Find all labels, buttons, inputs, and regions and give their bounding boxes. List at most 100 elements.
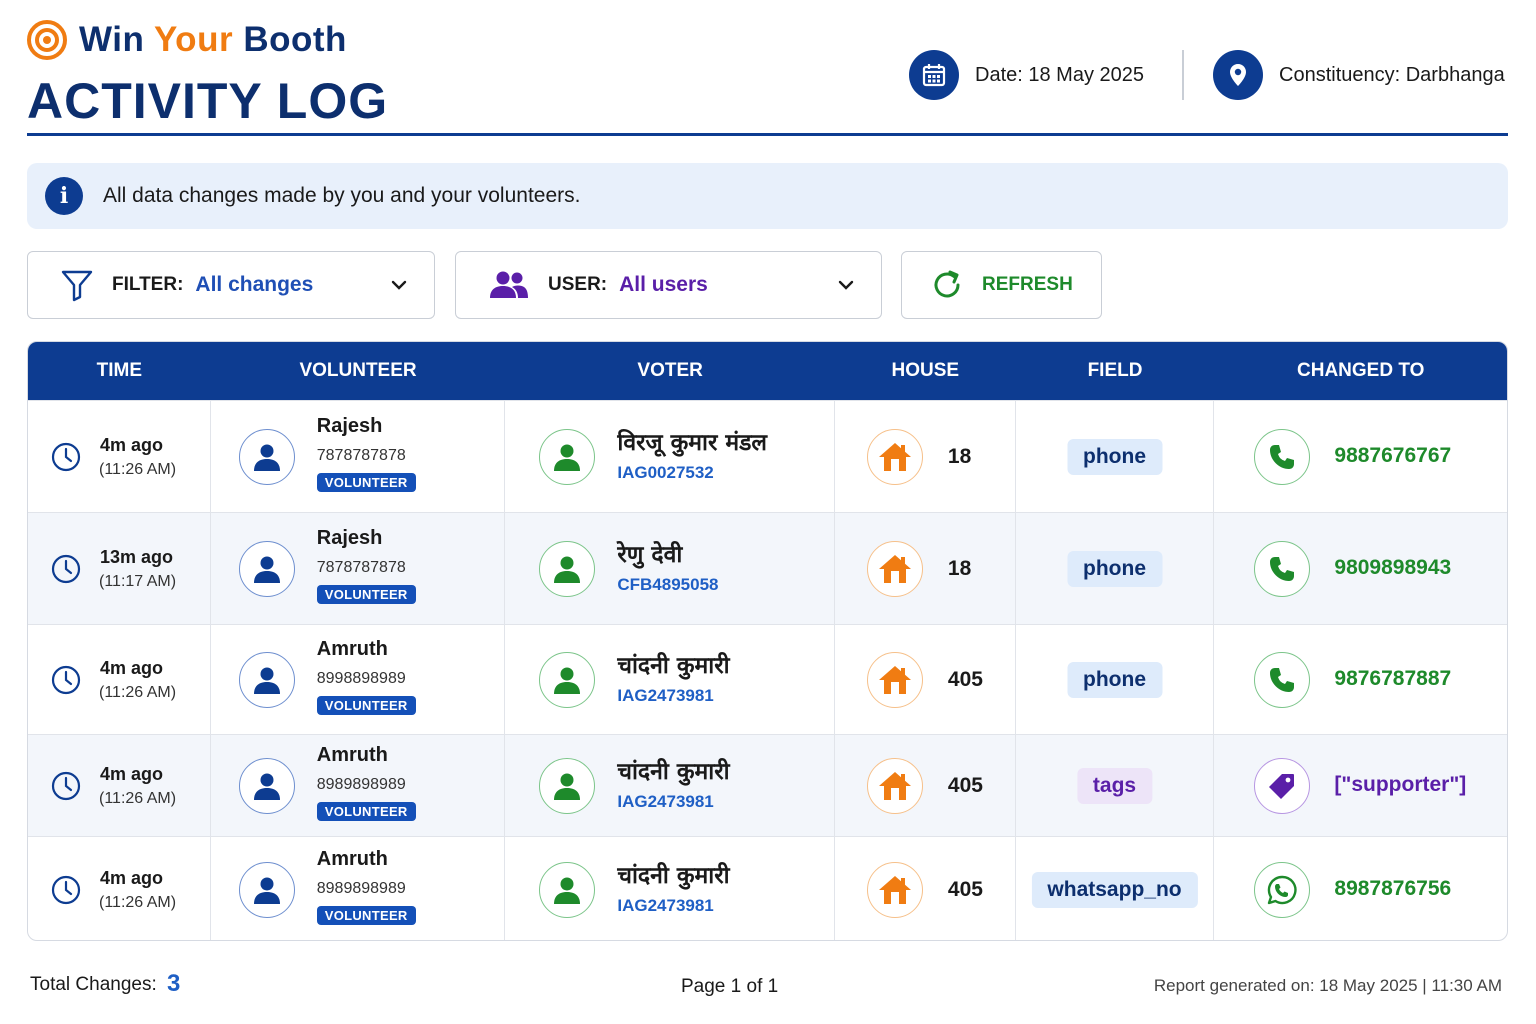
- cell-volunteer: Amruth 8989898989 VOLUNTEER: [211, 735, 506, 836]
- voter-id[interactable]: IAG2473981: [617, 792, 713, 812]
- funnel-icon: [61, 270, 93, 302]
- page-title: ACTIVITY LOG: [27, 73, 389, 129]
- time-ago: 4m ago: [100, 658, 164, 678]
- filter-dropdown[interactable]: FILTER: All changes: [27, 251, 435, 319]
- cell-field: tags: [1016, 735, 1215, 836]
- chevron-down-icon: [391, 280, 407, 290]
- header-house[interactable]: HOUSE: [835, 360, 1016, 382]
- filter-value: All changes: [195, 273, 314, 296]
- phone-icon: [1254, 540, 1311, 597]
- voter-id[interactable]: IAG2473981: [617, 896, 713, 916]
- total-changes-value: 3: [167, 970, 181, 997]
- volunteer-name: Amruth: [316, 848, 388, 870]
- cell-time: 13m ago (11:17 AM): [28, 513, 211, 624]
- house-number: 405: [947, 667, 983, 691]
- field-tag: phone: [1067, 550, 1163, 587]
- volunteer-avatar-icon: [238, 540, 295, 597]
- table-row[interactable]: 4m ago (11:26 AM) Amruth 8998898989 VOLUNTEE…: [28, 624, 1507, 734]
- volunteer-badge: VOLUNTEER: [316, 473, 416, 492]
- cell-volunteer: Amruth 8989898989 VOLUNTEER: [211, 837, 506, 940]
- time-exact: (11:26 AM): [99, 790, 177, 807]
- cell-field: phone: [1016, 513, 1215, 624]
- target-logo-icon: [27, 20, 67, 60]
- cell-time: 4m ago (11:26 AM): [28, 625, 211, 734]
- volunteer-badge: VOLUNTEER: [316, 802, 416, 821]
- cell-voter: चांदनी कुमारी IAG2473981: [505, 735, 835, 836]
- cell-house: 18: [835, 401, 1016, 512]
- field-tag: phone: [1067, 661, 1163, 698]
- cell-house: 18: [835, 513, 1016, 624]
- voter-id[interactable]: IAG0027532: [617, 463, 713, 483]
- cell-changed-to: 9887676767: [1214, 401, 1507, 512]
- voter-name: चांदनी कुमारी: [617, 653, 730, 679]
- tag-icon: [1254, 757, 1311, 814]
- brand-word-1: Win: [79, 20, 145, 59]
- volunteer-phone: 8989898989: [316, 880, 406, 897]
- time-ago: 4m ago: [100, 764, 164, 784]
- volunteer-phone: 7878787878: [316, 447, 406, 464]
- volunteer-phone: 8989898989: [316, 776, 406, 793]
- house-icon: [866, 651, 923, 708]
- header-field[interactable]: FIELD: [1016, 360, 1215, 382]
- house-icon: [866, 540, 923, 597]
- changed-value: 9876787887: [1334, 666, 1452, 690]
- phone-icon: [1254, 428, 1311, 485]
- table-body: 4m ago (11:26 AM) Rajesh 7878787878 VOLUNTEE…: [28, 400, 1507, 940]
- cell-voter: विरजू कुमार मंडल IAG0027532: [505, 401, 835, 512]
- user-label: USER:: [548, 274, 608, 295]
- volunteer-badge: VOLUNTEER: [316, 906, 416, 925]
- page-indicator: Page 1 of 1: [681, 976, 779, 997]
- clock-icon: [50, 874, 82, 911]
- voter-name: चांदनी कुमारी: [617, 863, 730, 889]
- total-changes-label: Total Changes:: [30, 974, 157, 995]
- user-dropdown[interactable]: USER: All users: [455, 251, 882, 319]
- time-ago: 4m ago: [100, 868, 164, 888]
- volunteer-name: Rajesh: [316, 415, 383, 437]
- cell-field: whatsapp_no: [1016, 837, 1215, 940]
- brand-word-3: Booth: [243, 20, 347, 59]
- whatsapp-icon: [1254, 861, 1311, 918]
- cell-time: 4m ago (11:26 AM): [28, 837, 211, 940]
- time-exact: (11:26 AM): [99, 684, 177, 701]
- volunteer-phone: 8998898989: [316, 670, 406, 687]
- brand-word-2: Your: [153, 20, 234, 59]
- header-volunteer[interactable]: VOLUNTEER: [211, 360, 506, 382]
- voter-name: विरजू कुमार मंडल: [617, 430, 768, 456]
- constituency-label: Constituency: Darbhanga: [1279, 63, 1505, 86]
- volunteer-avatar-icon: [238, 861, 295, 918]
- time-ago: 13m ago: [100, 547, 174, 567]
- table-row[interactable]: 4m ago (11:26 AM) Amruth 8989898989 VOLUNTEE…: [28, 836, 1507, 940]
- header-voter[interactable]: VOTER: [505, 360, 835, 382]
- table-row[interactable]: 4m ago (11:26 AM) Amruth 8989898989 VOLUNTEE…: [28, 734, 1507, 836]
- time-ago: 4m ago: [100, 435, 164, 455]
- user-value: All users: [619, 273, 708, 296]
- voter-avatar-icon: [539, 757, 596, 814]
- cell-volunteer: Rajesh 7878787878 VOLUNTEER: [211, 513, 506, 624]
- house-number: 405: [947, 773, 983, 797]
- cell-house: 405: [835, 735, 1016, 836]
- cell-house: 405: [835, 625, 1016, 734]
- table-row[interactable]: 4m ago (11:26 AM) Rajesh 7878787878 VOLUNTEE…: [28, 400, 1507, 512]
- cell-voter: रेणु देवी CFB4895058: [505, 513, 835, 624]
- refresh-button[interactable]: REFRESH: [901, 251, 1102, 319]
- cell-voter: चांदनी कुमारी IAG2473981: [505, 837, 835, 940]
- cell-voter: चांदनी कुमारी IAG2473981: [505, 625, 835, 734]
- cell-changed-to: ["supporter"]: [1214, 735, 1507, 836]
- field-tag: whatsapp_no: [1031, 871, 1198, 908]
- cell-changed-to: 9809898943: [1214, 513, 1507, 624]
- header-changed-to[interactable]: CHANGED TO: [1214, 360, 1507, 382]
- table-row[interactable]: 13m ago (11:17 AM) Rajesh 7878787878 VOLUNTE…: [28, 512, 1507, 624]
- location-pin-icon: [1213, 50, 1263, 100]
- voter-id[interactable]: IAG2473981: [617, 686, 713, 706]
- voter-name: चांदनी कुमारी: [617, 759, 730, 785]
- cell-time: 4m ago (11:26 AM): [28, 735, 211, 836]
- header-time[interactable]: TIME: [28, 360, 211, 382]
- refresh-icon: [934, 270, 960, 298]
- clock-icon: [50, 664, 82, 701]
- meta-divider: [1182, 50, 1184, 100]
- cell-house: 405: [835, 837, 1016, 940]
- house-icon: [866, 428, 923, 485]
- changed-value: 9887676767: [1334, 443, 1452, 467]
- voter-id[interactable]: CFB4895058: [617, 575, 718, 595]
- volunteer-badge: VOLUNTEER: [316, 585, 416, 604]
